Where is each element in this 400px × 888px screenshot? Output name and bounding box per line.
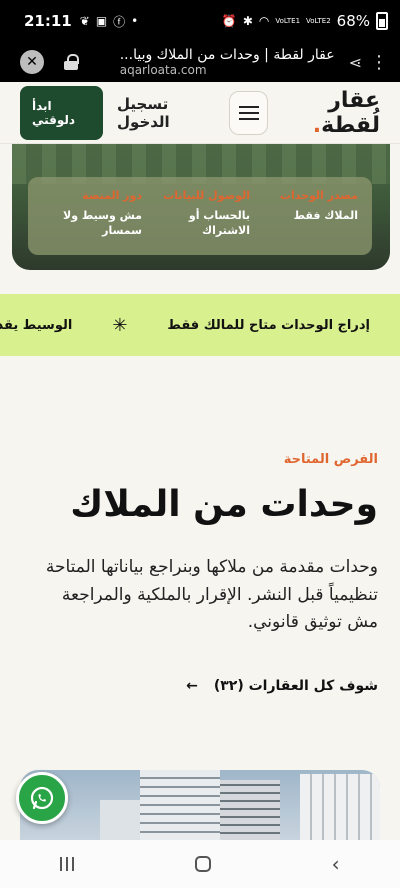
info-value: الملاك فقط: [293, 209, 358, 222]
wifi-icon: ◠: [258, 14, 270, 28]
building-shape: [220, 780, 280, 840]
system-indicators: ⏰ ✱ ◠ VoLTE1 VoLTE2 68%: [222, 12, 388, 30]
notification-icons: ❦ ▣ ⓕ •: [80, 13, 139, 30]
page-title: عقار لقطة | وحدات من الملاك وبيا...: [119, 47, 335, 63]
signal-2-label: VoLTE2: [306, 17, 331, 25]
logo-dot: .: [312, 112, 322, 138]
info-label: مصدر الوحدات: [279, 189, 358, 202]
battery-percent: 68%: [336, 12, 370, 30]
logo-text: عقار لُقطة: [321, 87, 380, 138]
browser-toolbar: ✕ عقار لقطة | وحدات من الملاك وبيا... aq…: [0, 42, 400, 82]
page-url: aqarloata.com: [119, 63, 207, 77]
share-icon[interactable]: ⋖: [349, 53, 362, 72]
hamburger-icon-line: [238, 117, 259, 120]
all-properties-label: شوف كل العقارات (٣٢): [213, 678, 378, 694]
bluetooth-icon: ✱: [242, 14, 253, 28]
info-value: بالحساب أو الاشتراك: [188, 209, 250, 238]
property-card-image[interactable]: [20, 770, 380, 840]
building-shape: [300, 774, 380, 840]
address-bar[interactable]: عقار لقطة | وحدات من الملاك وبيا... aqar…: [120, 47, 335, 77]
recent-apps-icon[interactable]: [60, 857, 75, 871]
section-kicker: الفرص المتاحة: [283, 452, 378, 467]
info-column-role: دور المنصة مش وسيط ولا سمسار: [42, 189, 142, 243]
more-options-icon[interactable]: ⋮: [370, 52, 388, 73]
login-link[interactable]: تسجيل الدخول: [117, 95, 213, 131]
hamburger-icon-line: [238, 105, 259, 108]
whatsapp-icon: [30, 786, 54, 810]
marquee-item: إدراج الوحدات متاح للمالك فقط: [167, 317, 370, 333]
marquee-banner: إدراج الوحدات متاح للمالك فقط ✳ الوسيط ي…: [0, 294, 400, 356]
home-icon[interactable]: [194, 856, 211, 872]
status-bar: 21:11 ❦ ▣ ⓕ • ⏰ ✱ ◠ VoLTE1 VoLTE2 68%: [0, 0, 400, 42]
section-heading: وحدات من الملاك: [70, 484, 378, 525]
building-shape: [100, 800, 140, 840]
arrow-left-icon: ←: [186, 678, 198, 694]
back-icon[interactable]: ‹: [332, 852, 340, 876]
hero-info-panel: مصدر الوحدات الملاك فقط الوصول للبيانات …: [28, 177, 372, 255]
lock-icon[interactable]: [64, 54, 79, 70]
asterisk-icon: ✳: [112, 314, 128, 336]
battery-icon: [376, 12, 388, 30]
menu-button[interactable]: [229, 90, 269, 135]
building-shape: [140, 770, 220, 840]
get-started-button[interactable]: ابدأ دلوقتي: [20, 85, 104, 140]
all-properties-link[interactable]: شوف كل العقارات (٣٢) ←: [186, 678, 378, 694]
whatsapp-button[interactable]: [16, 772, 68, 824]
gallery-icon: ▣: [95, 14, 108, 28]
signal-1-label: VoLTE1: [275, 17, 301, 25]
listings-section: الفرص المتاحة وحدات من الملاك وحدات مقدم…: [0, 356, 400, 766]
info-value: مش وسيط ولا سمسار: [63, 209, 142, 238]
dot-icon: •: [131, 14, 139, 28]
site-logo[interactable]: عقار لُقطة.: [268, 88, 380, 138]
info-column-source: مصدر الوحدات الملاك فقط: [258, 189, 358, 243]
alarm-icon: ⏰: [221, 14, 237, 28]
leaf-icon: ❦: [79, 14, 90, 28]
hero-image: مصدر الوحدات الملاك فقط الوصول للبيانات …: [12, 144, 390, 270]
hamburger-icon-line: [238, 111, 259, 114]
status-time: 21:11: [24, 12, 72, 30]
section-description: وحدات مقدمة من ملاكها وبنراجع بياناتها ا…: [45, 557, 378, 633]
info-column-access: الوصول للبيانات بالحساب أو الاشتراك: [150, 189, 250, 243]
info-label: دور المنصة: [82, 189, 142, 202]
marquee-item: الوسيط يقدر: [0, 317, 73, 333]
close-tab-button[interactable]: ✕: [20, 50, 44, 74]
facebook-icon: ⓕ: [113, 14, 126, 29]
site-header: ابدأ دلوقتي تسجيل الدخول عقار لُقطة.: [0, 82, 400, 144]
android-nav-bar: ‹: [0, 840, 400, 888]
info-label: الوصول للبيانات: [163, 189, 250, 202]
